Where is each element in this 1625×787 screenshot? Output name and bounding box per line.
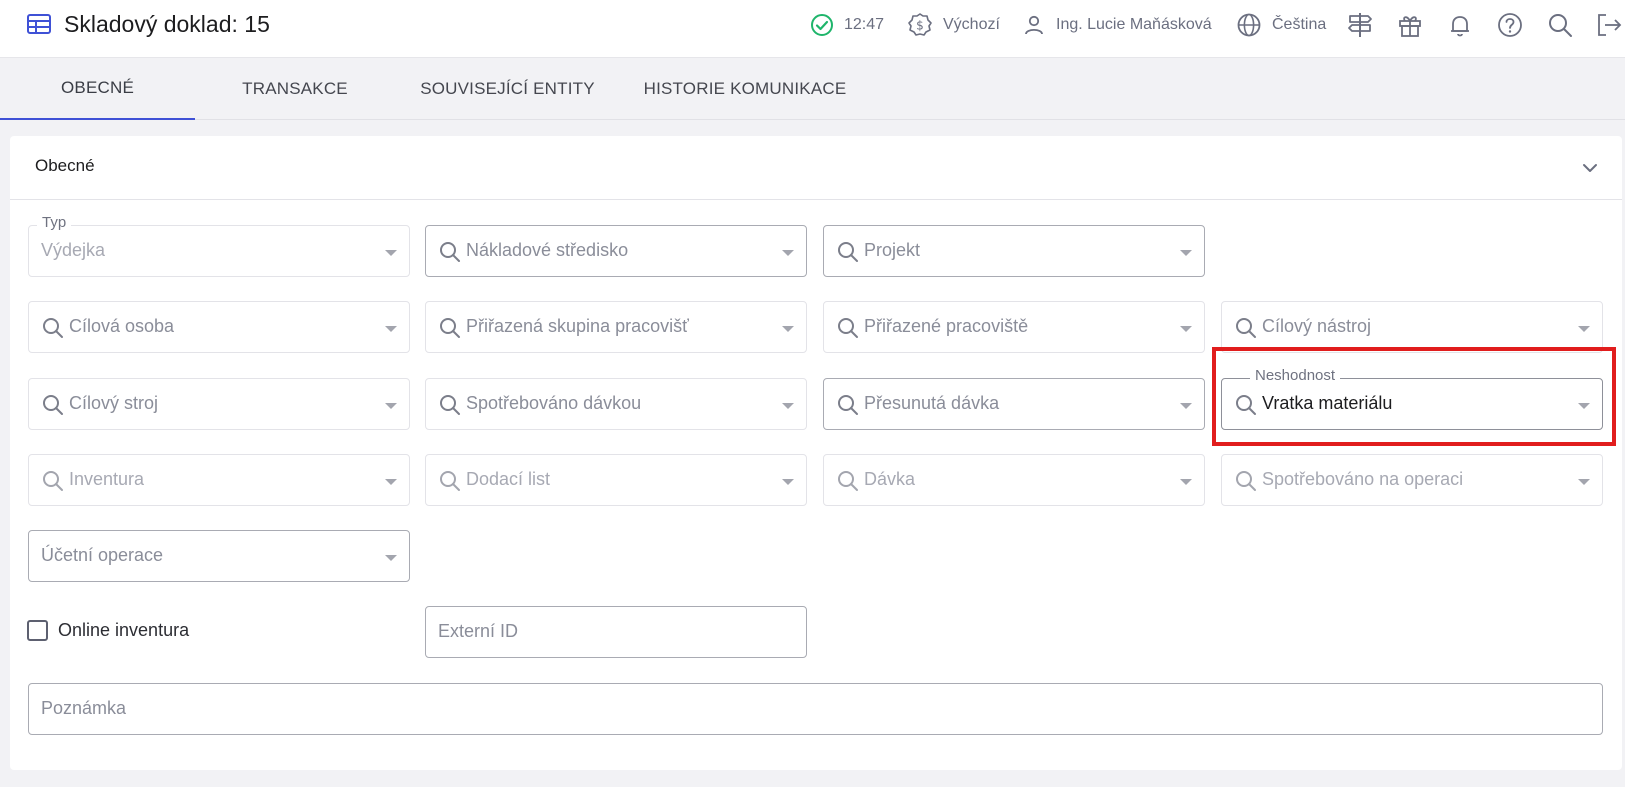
user-menu[interactable]: Ing. Lucie Maňásková <box>1022 12 1212 38</box>
section-header[interactable]: Obecné <box>10 136 1622 200</box>
search-icon <box>440 242 460 262</box>
prirazene-pracoviste-select[interactable]: Přiřazené pracoviště <box>823 301 1205 353</box>
search-icon <box>838 395 858 415</box>
spotrebovano-davkou-placeholder: Spotřebováno dávkou <box>466 393 642 413</box>
davka-placeholder: Dávka <box>864 469 916 489</box>
cilovy-stroj-placeholder: Cílový stroj <box>69 393 159 413</box>
search-icon <box>440 471 460 491</box>
tab-transakce[interactable]: TRANSAKCE <box>195 58 395 120</box>
davka-select[interactable]: Dávka <box>823 454 1205 506</box>
currency-icon: $ <box>908 13 932 36</box>
search-icon <box>838 318 858 338</box>
chevron-down-icon[interactable] <box>1580 158 1600 178</box>
search-icon <box>440 318 460 338</box>
dropdown-caret-icon <box>385 479 397 485</box>
ucetni-operace-select[interactable]: Účetní operace <box>28 530 410 582</box>
user-icon <box>1025 15 1043 35</box>
tab-bar: OBECNÉ TRANSAKCE SOUVISEJÍCÍ ENTITY HIST… <box>0 58 1625 120</box>
dropdown-caret-icon <box>782 479 794 485</box>
search-icon[interactable] <box>1546 11 1574 39</box>
globe-icon <box>1237 13 1261 37</box>
dropdown-caret-icon <box>1180 326 1192 332</box>
typ-legend: Typ <box>37 214 72 231</box>
search-icon <box>1236 318 1256 338</box>
signpost-icon[interactable] <box>1346 11 1374 39</box>
search-icon <box>43 395 63 415</box>
search-icon <box>838 471 858 491</box>
projekt-placeholder: Projekt <box>864 240 921 260</box>
cilova-osoba-placeholder: Cílová osoba <box>69 316 175 336</box>
dodaci-list-placeholder: Dodací list <box>466 469 551 489</box>
search-icon <box>1236 471 1256 491</box>
time-label: 12:47 <box>844 16 885 33</box>
cilovy-nastroj-select[interactable]: Cílový nástroj <box>1221 301 1603 353</box>
spotrebovano-davkou-select[interactable]: Spotřebováno dávkou <box>425 378 807 430</box>
prirazene-pracoviste-placeholder: Přiřazené pracoviště <box>864 316 1029 336</box>
dropdown-caret-icon <box>1180 403 1192 409</box>
dropdown-caret-icon <box>385 250 397 256</box>
language-label: Čeština <box>1272 16 1327 33</box>
dropdown-caret-icon <box>385 403 397 409</box>
projekt-select[interactable]: Projekt <box>823 225 1205 277</box>
poznamka-placeholder: Poznámka <box>41 698 127 718</box>
tab-souvisejici-entity[interactable]: SOUVISEJÍCÍ ENTITY <box>410 58 605 120</box>
presunuta-davka-select[interactable]: Přesunutá dávka <box>823 378 1205 430</box>
gift-icon[interactable] <box>1396 11 1424 39</box>
spotrebovano-na-operaci-select[interactable]: Spotřebováno na operaci <box>1221 454 1603 506</box>
tab-obecne[interactable]: OBECNÉ <box>0 58 195 120</box>
dropdown-caret-icon <box>782 326 794 332</box>
inventura-select[interactable]: Inventura <box>28 454 410 506</box>
search-icon <box>838 242 858 262</box>
currency-label: Výchozí <box>943 16 1000 33</box>
page-title: Skladový doklad: 15 <box>64 11 270 37</box>
ucetni-operace-placeholder: Účetní operace <box>41 545 164 565</box>
section-title: Obecné <box>35 156 95 175</box>
dropdown-caret-icon <box>1180 250 1192 256</box>
search-icon <box>440 395 460 415</box>
dropdown-caret-icon <box>782 403 794 409</box>
search-icon <box>43 471 63 491</box>
search-icon <box>43 318 63 338</box>
spotrebovano-na-operaci-placeholder: Spotřebováno na operaci <box>1262 469 1464 489</box>
user-name: Ing. Lucie Maňásková <box>1056 16 1212 33</box>
dropdown-caret-icon <box>1578 479 1590 485</box>
cilova-osoba-select[interactable]: Cílová osoba <box>28 301 410 353</box>
prirazena-skupina-select[interactable]: Přiřazená skupina pracovišť <box>425 301 807 353</box>
top-bar: Skladový doklad: 15 12:47 $ Výchozí Ing.… <box>0 0 1625 58</box>
language-selector[interactable]: Čeština <box>1236 12 1326 38</box>
highlight-frame <box>1212 347 1616 446</box>
poznamka-input[interactable]: Poznámka <box>28 683 1603 735</box>
online-inventura-label[interactable]: Online inventura <box>58 620 189 641</box>
typ-value: Výdejka <box>41 240 106 260</box>
dropdown-caret-icon <box>1180 479 1192 485</box>
cilovy-nastroj-placeholder: Cílový nástroj <box>1262 316 1372 336</box>
dropdown-caret-icon <box>385 326 397 332</box>
dropdown-caret-icon <box>385 555 397 561</box>
dropdown-caret-icon <box>1578 326 1590 332</box>
externi-id-placeholder: Externí ID <box>438 621 519 641</box>
nakladove-stredisko-select[interactable]: Nákladové středisko <box>425 225 807 277</box>
inventura-placeholder: Inventura <box>69 469 145 489</box>
presunuta-davka-placeholder: Přesunutá dávka <box>864 393 1000 413</box>
dodaci-list-select[interactable]: Dodací list <box>425 454 807 506</box>
help-icon[interactable] <box>1496 11 1524 39</box>
clock-status[interactable]: 12:47 <box>810 12 884 38</box>
cilovy-stroj-select[interactable]: Cílový stroj <box>28 378 410 430</box>
table-icon <box>27 14 51 34</box>
nakladove-stredisko-placeholder: Nákladové středisko <box>466 240 629 260</box>
online-inventura-checkbox[interactable] <box>27 620 48 641</box>
tab-historie-komunikace[interactable]: HISTORIE KOMUNIKACE <box>630 58 860 120</box>
check-circle-icon <box>811 14 833 36</box>
prirazena-skupina-placeholder: Přiřazená skupina pracovišť <box>466 316 689 336</box>
dropdown-caret-icon <box>782 250 794 256</box>
logout-icon[interactable] <box>1594 11 1622 39</box>
currency-selector[interactable]: $ Výchozí <box>907 12 1000 38</box>
typ-select[interactable]: Typ Výdejka <box>28 214 410 277</box>
svg-text:$: $ <box>916 19 924 33</box>
externi-id-input[interactable]: Externí ID <box>425 606 807 658</box>
bell-icon[interactable] <box>1446 11 1474 39</box>
